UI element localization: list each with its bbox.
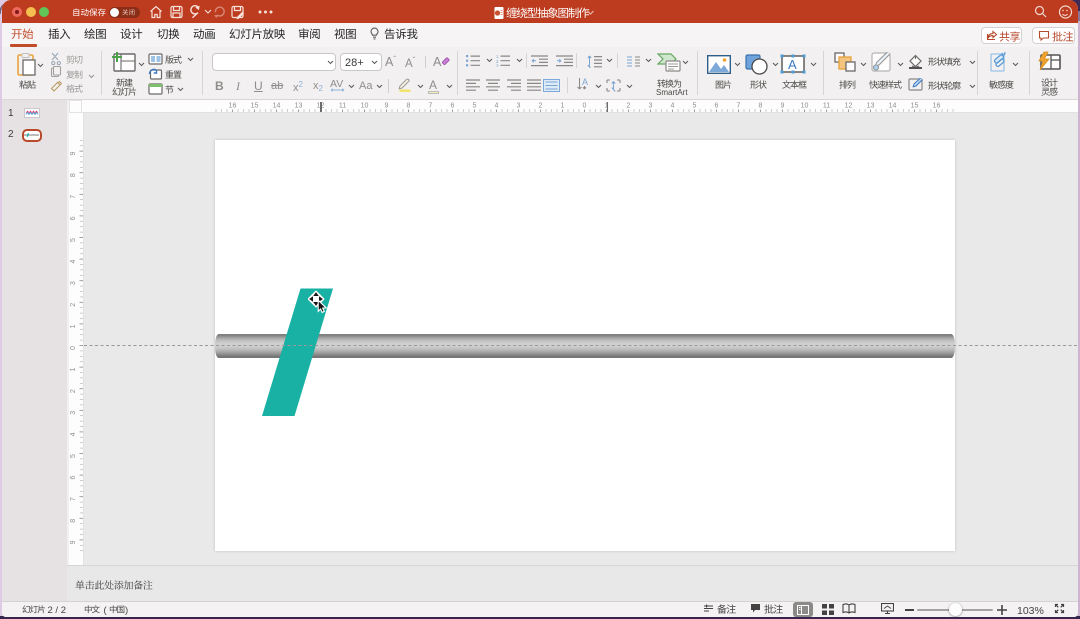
svg-text:9: 9 (385, 103, 389, 110)
svg-text:7: 7 (70, 497, 77, 501)
svg-text:0: 0 (70, 346, 77, 350)
svg-text:5: 5 (70, 454, 77, 458)
svg-text:8: 8 (759, 103, 763, 110)
svg-text:4: 4 (70, 432, 77, 436)
svg-text:14: 14 (273, 103, 281, 110)
svg-text:8: 8 (70, 173, 77, 177)
svg-text:2: 2 (70, 389, 77, 393)
svg-text:16: 16 (229, 103, 237, 110)
svg-text:8: 8 (407, 103, 411, 110)
svg-text:A: A (582, 78, 588, 87)
svg-text:7: 7 (70, 195, 77, 199)
svg-text:3: 3 (70, 281, 77, 285)
svg-text:6: 6 (451, 103, 455, 110)
svg-text:7: 7 (429, 103, 433, 110)
svg-text:5: 5 (70, 238, 77, 242)
svg-text:8: 8 (70, 519, 77, 523)
svg-text:5: 5 (693, 103, 697, 110)
svg-text:4: 4 (495, 103, 499, 110)
svg-text:11: 11 (823, 103, 830, 110)
svg-text:13: 13 (295, 103, 303, 110)
svg-text:3: 3 (70, 411, 77, 415)
svg-text:14: 14 (889, 103, 897, 110)
svg-text:2: 2 (70, 303, 77, 307)
svg-text:1: 1 (70, 368, 77, 372)
svg-text:16: 16 (933, 103, 941, 110)
svg-text:1: 1 (70, 324, 77, 328)
svg-text:15: 15 (911, 103, 919, 110)
svg-text:3: 3 (517, 103, 521, 110)
svg-text:15: 15 (251, 103, 259, 110)
svg-text:13: 13 (867, 103, 875, 110)
svg-text:10: 10 (801, 103, 809, 110)
svg-text:4: 4 (70, 260, 77, 264)
svg-text:9: 9 (781, 103, 785, 110)
svg-text:6: 6 (70, 476, 77, 480)
svg-text:9: 9 (70, 152, 77, 156)
svg-text:11: 11 (339, 103, 346, 110)
svg-text:AV: AV (330, 78, 343, 90)
svg-text:1: 1 (561, 103, 565, 110)
svg-text:A: A (788, 57, 797, 72)
svg-text:3: 3 (649, 103, 653, 110)
svg-text:12: 12 (845, 103, 853, 110)
svg-text:7: 7 (737, 103, 741, 110)
svg-text:3: 3 (496, 63, 499, 67)
svg-text:6: 6 (70, 216, 77, 220)
svg-text:4: 4 (671, 103, 675, 110)
svg-text:2: 2 (539, 103, 543, 110)
svg-text:10: 10 (361, 103, 369, 110)
svg-text:5: 5 (473, 103, 477, 110)
svg-text:0: 0 (583, 103, 587, 110)
svg-text:2: 2 (627, 103, 631, 110)
svg-text:9: 9 (70, 540, 77, 544)
svg-text:6: 6 (715, 103, 719, 110)
